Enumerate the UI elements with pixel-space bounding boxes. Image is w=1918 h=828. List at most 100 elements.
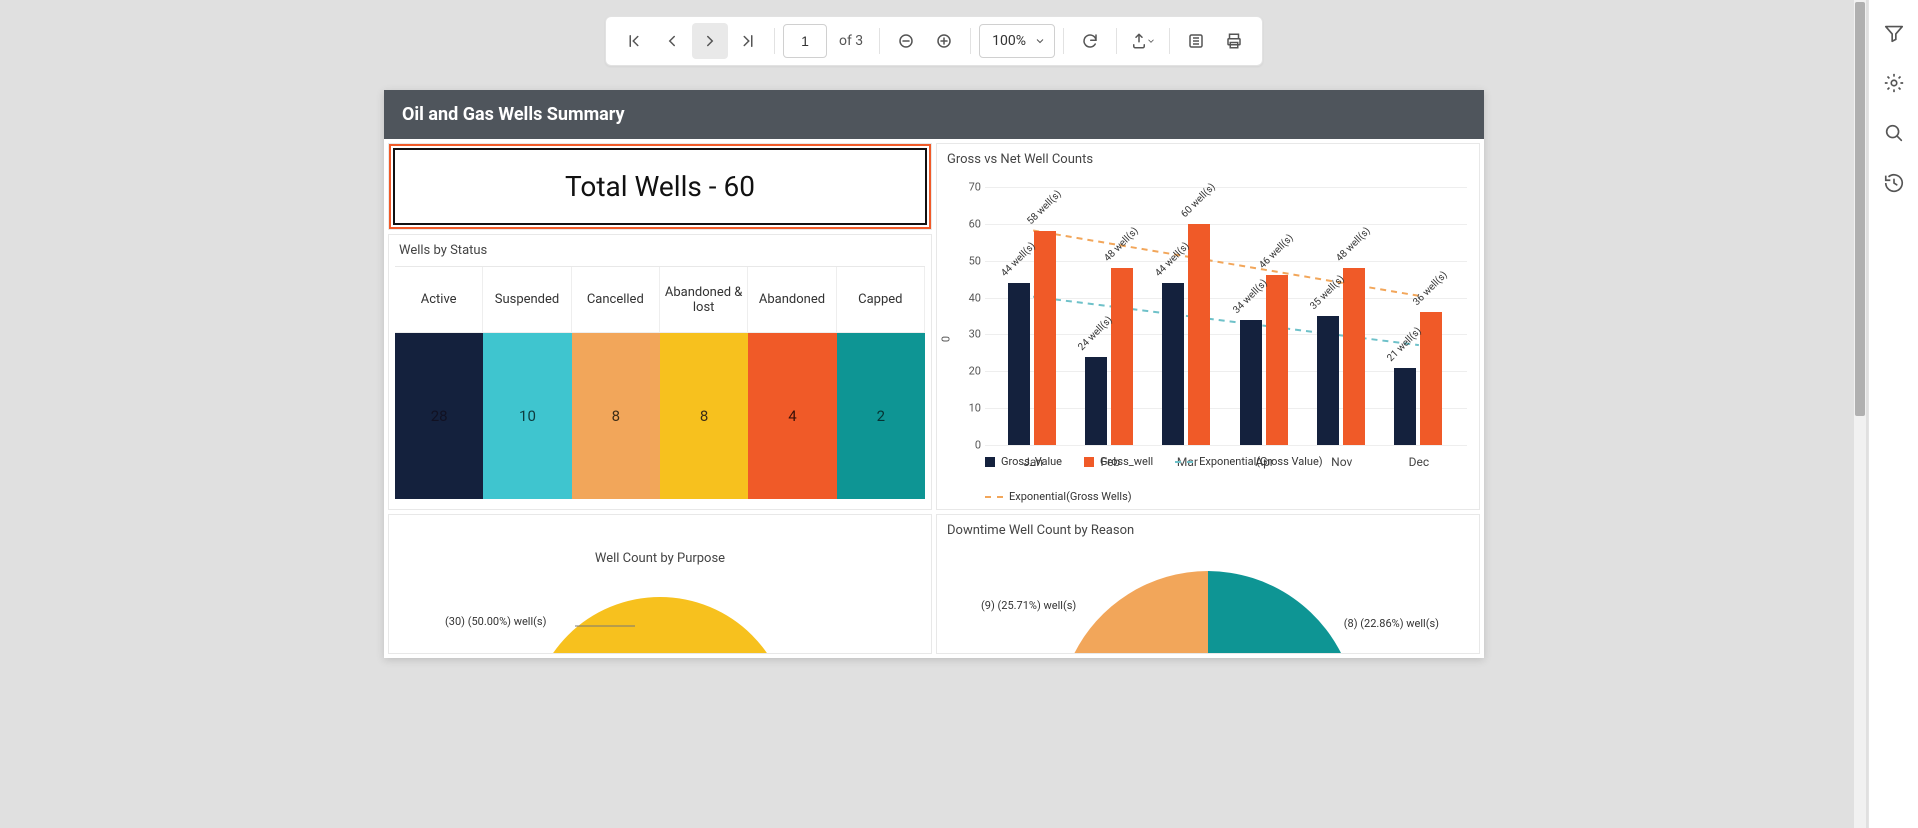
chart-legend: Gross_Value Gross_well Exponential(Gross V… xyxy=(985,455,1467,503)
y-tick: 0 xyxy=(955,439,981,452)
bar-label: 36 well(s) xyxy=(1411,270,1450,309)
status-header: Suspended xyxy=(483,267,571,333)
status-value: 2 xyxy=(837,333,925,499)
y-tick: 50 xyxy=(955,254,981,267)
card-title: Well Count by Purpose xyxy=(389,515,931,566)
status-header: Abandoned & lost xyxy=(660,267,748,333)
bar[interactable] xyxy=(1008,283,1030,445)
bar-label: 24 well(s) xyxy=(1077,314,1116,353)
status-value: 10 xyxy=(483,333,571,499)
toolbar-separator xyxy=(1169,28,1170,54)
viewer-toolbar: of 3 100% xyxy=(605,16,1263,66)
bar-label: 21 well(s) xyxy=(1385,325,1424,364)
status-header: Abandoned xyxy=(748,267,836,333)
status-header: Capped xyxy=(837,267,925,333)
toolbar-separator xyxy=(879,28,880,54)
prev-page-button[interactable] xyxy=(654,23,690,59)
zoom-dropdown[interactable]: 100% xyxy=(979,24,1055,58)
scrollbar[interactable] xyxy=(1854,0,1866,828)
first-page-button[interactable] xyxy=(616,23,652,59)
page-count-label: of 3 xyxy=(839,33,863,49)
status-value: 4 xyxy=(748,333,836,499)
toolbar-separator xyxy=(1063,28,1064,54)
status-value: 8 xyxy=(660,333,748,499)
status-value: 28 xyxy=(395,333,483,499)
report-page: Oil and Gas Wells Summary Total Wells - … xyxy=(384,90,1484,658)
status-column[interactable]: Suspended10 xyxy=(483,267,571,499)
pie-icon xyxy=(520,587,800,654)
toolbar-separator xyxy=(774,28,775,54)
pie-icon xyxy=(1058,571,1358,654)
toggle-pane-button[interactable] xyxy=(1178,23,1214,59)
bar-label: 48 well(s) xyxy=(1103,226,1142,265)
legend-item: Gross_well xyxy=(1084,455,1153,468)
report-viewer[interactable]: of 3 100% xyxy=(0,0,1868,828)
gross-net-card[interactable]: Gross vs Net Well Counts 0 0 10 20 30 40 50 60… xyxy=(936,143,1480,510)
next-page-button[interactable] xyxy=(692,23,728,59)
bar[interactable] xyxy=(1188,224,1210,445)
y-tick: 10 xyxy=(955,402,981,415)
bar-label: 58 well(s) xyxy=(1025,189,1064,228)
downtime-pie-card[interactable]: Downtime Well Count by Reason (9) (25.71… xyxy=(936,514,1480,654)
status-column[interactable]: Active28 xyxy=(395,267,483,499)
bar-label: 34 well(s) xyxy=(1231,277,1270,316)
bar-label: 35 well(s) xyxy=(1308,273,1347,312)
page-number-input[interactable] xyxy=(783,24,827,58)
scrollbar-thumb[interactable] xyxy=(1855,2,1865,416)
bar[interactable] xyxy=(1240,320,1262,445)
card-title: Downtime Well Count by Reason xyxy=(937,515,1479,546)
zoom-in-button[interactable] xyxy=(926,23,962,59)
bar[interactable] xyxy=(1394,368,1416,445)
history-icon[interactable] xyxy=(1883,172,1905,194)
status-column[interactable]: Abandoned4 xyxy=(748,267,836,499)
total-wells-card[interactable]: Total Wells - 60 xyxy=(388,143,932,230)
bar[interactable] xyxy=(1085,357,1107,445)
status-header: Active xyxy=(395,267,483,333)
bar[interactable] xyxy=(1162,283,1184,445)
zoom-value: 100% xyxy=(992,33,1026,49)
purpose-pie-card[interactable]: Well Count by Purpose (30) (50.00%) well… xyxy=(388,514,932,654)
y-axis-label: 0 xyxy=(940,336,953,342)
status-header: Cancelled xyxy=(572,267,660,333)
y-tick: 70 xyxy=(955,181,981,194)
bar[interactable] xyxy=(1317,316,1339,445)
total-wells-value: Total Wells - 60 xyxy=(393,148,927,225)
bar-label: 46 well(s) xyxy=(1257,233,1296,272)
pie-slice-label: (8) (22.86%) well(s) xyxy=(1344,617,1439,630)
export-dropdown[interactable] xyxy=(1125,23,1161,59)
bar-label: 48 well(s) xyxy=(1334,226,1373,265)
legend-item: Exponential(Gross Value) xyxy=(1175,455,1322,468)
y-tick: 60 xyxy=(955,217,981,230)
bar[interactable] xyxy=(1266,275,1288,445)
status-column[interactable]: Abandoned & lost8 xyxy=(660,267,748,499)
refresh-button[interactable] xyxy=(1072,23,1108,59)
bar[interactable] xyxy=(1111,268,1133,445)
filter-icon[interactable] xyxy=(1883,22,1905,44)
leader-line-icon xyxy=(575,621,635,631)
y-tick: 40 xyxy=(955,291,981,304)
wells-by-status-card[interactable]: Wells by Status Active28Suspended10Cance… xyxy=(388,234,932,510)
bar-label: 60 well(s) xyxy=(1180,181,1219,220)
status-treemap: Active28Suspended10Cancelled8Abandoned &… xyxy=(395,266,925,499)
bar[interactable] xyxy=(1034,231,1056,445)
last-page-button[interactable] xyxy=(730,23,766,59)
zoom-out-button[interactable] xyxy=(888,23,924,59)
y-tick: 20 xyxy=(955,365,981,378)
toolbar-separator xyxy=(970,28,971,54)
search-icon[interactable] xyxy=(1883,122,1905,144)
card-title: Wells by Status xyxy=(389,235,931,260)
legend-item: Gross_Value xyxy=(985,455,1062,468)
status-column[interactable]: Capped2 xyxy=(837,267,925,499)
gross-net-chart: 0 01020304050607044 well(s)58 well(s)Jan… xyxy=(937,169,1479,509)
bar[interactable] xyxy=(1343,268,1365,445)
print-button[interactable] xyxy=(1216,23,1252,59)
report-title: Oil and Gas Wells Summary xyxy=(384,90,1484,139)
y-tick: 30 xyxy=(955,328,981,341)
bar-label: 44 well(s) xyxy=(1154,240,1193,279)
gear-icon[interactable] xyxy=(1883,72,1905,94)
status-column[interactable]: Cancelled8 xyxy=(572,267,660,499)
bar-label: 44 well(s) xyxy=(999,240,1038,279)
status-value: 8 xyxy=(572,333,660,499)
card-title: Gross vs Net Well Counts xyxy=(937,144,1479,169)
legend-item: Exponential(Gross Wells) xyxy=(985,490,1132,503)
